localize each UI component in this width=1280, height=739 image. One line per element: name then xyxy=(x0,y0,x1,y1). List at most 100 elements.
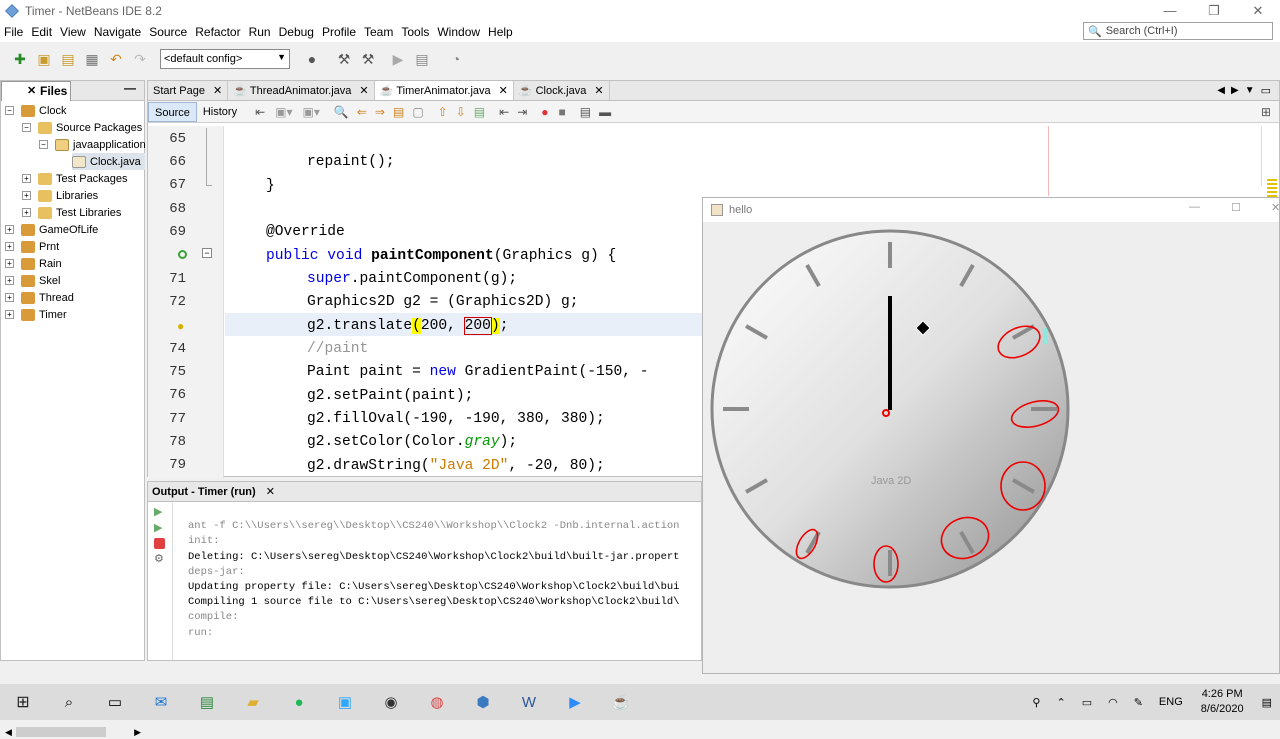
tree-item-libraries[interactable]: Libraries xyxy=(38,187,98,204)
new-project-icon[interactable]: ▣ xyxy=(34,49,54,69)
tree-item-skel[interactable]: Skel xyxy=(21,272,60,289)
virtualbox-icon[interactable]: ⬢ xyxy=(460,684,506,720)
projects-close-icon[interactable]: ✕ xyxy=(27,84,36,97)
new-file-icon[interactable]: ✚ xyxy=(10,49,30,69)
debug-icon[interactable]: ▤ xyxy=(412,49,432,69)
netbeans-task-icon[interactable]: ☕ xyxy=(598,684,644,720)
code-line: Paint paint = new GradientPaint(-150, - xyxy=(307,364,649,380)
config-select[interactable]: <default config> ▼ xyxy=(160,49,290,69)
code-line: @Override xyxy=(266,224,345,240)
scroll-right-icon[interactable]: ▶ xyxy=(134,727,141,738)
output-close-icon[interactable]: ✕ xyxy=(266,485,275,498)
scroll-left-icon[interactable]: ◀ xyxy=(5,727,12,738)
hello-title: hello xyxy=(729,204,753,216)
tree-item-thread[interactable]: Thread xyxy=(21,289,74,306)
word-icon[interactable]: W xyxy=(506,684,552,720)
chrome-icon[interactable]: ◍ xyxy=(414,684,460,720)
wifi-icon[interactable]: ◠ xyxy=(1108,696,1118,709)
menu-source[interactable]: Source xyxy=(149,25,187,39)
tree-item-rain[interactable]: Rain xyxy=(21,255,62,272)
rerun-options-icon[interactable]: ▶ xyxy=(154,522,166,534)
menu-help[interactable]: Help xyxy=(488,25,513,39)
editor-vscrollbar[interactable] xyxy=(1261,126,1271,186)
notifications-icon[interactable]: ▤ xyxy=(1262,696,1272,709)
files-hscrollbar[interactable]: ◀ ▶ xyxy=(5,725,141,739)
menu-navigate[interactable]: Navigate xyxy=(94,25,141,39)
open-project-icon[interactable]: ▤ xyxy=(58,49,78,69)
output-header: Output - Timer (run) ✕ xyxy=(148,482,701,502)
menu-run[interactable]: Run xyxy=(249,25,271,39)
hello-minimize-icon[interactable]: — xyxy=(1189,201,1200,213)
save-all-icon[interactable]: ▦ xyxy=(82,49,102,69)
tray-chevron-icon[interactable]: ⌃ xyxy=(1056,696,1065,709)
code-line: //paint xyxy=(307,341,369,357)
people-icon[interactable]: ⚲ xyxy=(1032,696,1040,709)
spotify-icon[interactable]: ● xyxy=(276,684,322,720)
expand-icon[interactable]: + xyxy=(22,191,31,200)
tree-item-package[interactable]: javaapplication xyxy=(55,136,146,153)
minimize-panel-icon[interactable]: — xyxy=(124,81,136,95)
expand-icon[interactable]: + xyxy=(22,208,31,217)
tree-item-source-packages[interactable]: Source Packages xyxy=(38,119,142,136)
windows-start-icon[interactable]: ⊞ xyxy=(0,684,46,720)
zoom-icon[interactable]: ▶ xyxy=(552,684,598,720)
menu-profile[interactable]: Profile xyxy=(322,25,356,39)
tree-item-gameoflife[interactable]: GameOfLife xyxy=(21,221,98,238)
excel-notes-icon[interactable]: ▤ xyxy=(184,684,230,720)
expand-icon[interactable]: + xyxy=(22,174,31,183)
menu-window[interactable]: Window xyxy=(437,25,480,39)
profile-icon[interactable]: ◔ xyxy=(446,49,466,69)
collapse-icon[interactable]: − xyxy=(22,123,31,132)
menu-team[interactable]: Team xyxy=(364,25,393,39)
output-actions: ▶ ▶ ⚙ xyxy=(148,502,173,660)
tree-item-test-libraries[interactable]: Test Libraries xyxy=(38,204,121,221)
menu-debug[interactable]: Debug xyxy=(279,25,314,39)
undo-icon[interactable]: ↶ xyxy=(106,49,126,69)
task-view-icon[interactable]: ▭ xyxy=(92,684,138,720)
stop-icon[interactable] xyxy=(154,538,165,549)
menu-refactor[interactable]: Refactor xyxy=(195,25,240,39)
expand-icon[interactable]: + xyxy=(5,225,14,234)
rerun-icon[interactable]: ▶ xyxy=(154,506,166,518)
menu-tools[interactable]: Tools xyxy=(401,25,429,39)
tree-item-timer[interactable]: Timer xyxy=(21,306,67,323)
expand-icon[interactable]: + xyxy=(5,259,14,268)
mail-icon[interactable]: ✉ xyxy=(138,684,184,720)
minimize-icon[interactable]: — xyxy=(1148,0,1192,22)
redo-icon[interactable]: ↷ xyxy=(130,49,150,69)
search-taskbar-icon[interactable]: ⌕ xyxy=(46,684,92,720)
language-indicator[interactable]: ENG xyxy=(1159,696,1183,708)
tree-item-prnt[interactable]: Prnt xyxy=(21,238,59,255)
output-title[interactable]: Output - Timer (run) xyxy=(152,486,256,498)
media-player-icon[interactable]: ◉ xyxy=(368,684,414,720)
restore-icon[interactable]: ❐ xyxy=(1192,0,1236,22)
search-input[interactable]: 🔍 Search (Ctrl+I) xyxy=(1083,22,1273,40)
file-explorer-icon[interactable]: ▰ xyxy=(230,684,276,720)
expand-icon[interactable]: + xyxy=(5,310,14,319)
network-icon[interactable]: ▭ xyxy=(1082,696,1092,709)
pen-icon[interactable]: ✎ xyxy=(1134,696,1143,709)
collapse-icon[interactable]: − xyxy=(39,140,48,149)
hello-maximize-icon[interactable]: ☐ xyxy=(1231,201,1241,214)
menu-edit[interactable]: Edit xyxy=(31,25,52,39)
build-hammer-icon[interactable]: ⚒ xyxy=(334,49,354,69)
run-icon[interactable]: ▶ xyxy=(388,49,408,69)
tree-item-test-packages[interactable]: Test Packages xyxy=(38,170,128,187)
menu-view[interactable]: View xyxy=(60,25,86,39)
expand-icon[interactable]: + xyxy=(5,293,14,302)
photoshop-icon[interactable]: ▣ xyxy=(322,684,368,720)
tree-item-clock[interactable]: Clock xyxy=(21,102,67,119)
taskbar-clock[interactable]: 4:26 PM 8/6/2020 xyxy=(1201,687,1244,717)
expand-icon[interactable]: + xyxy=(5,276,14,285)
globe-icon[interactable]: ● xyxy=(302,49,322,69)
collapse-icon[interactable]: − xyxy=(5,106,14,115)
expand-icon[interactable]: + xyxy=(5,242,14,251)
tree-item-clock-java[interactable]: Clock.java xyxy=(72,153,145,170)
settings-icon[interactable]: ⚙ xyxy=(154,553,166,565)
scroll-thumb[interactable] xyxy=(15,727,106,737)
close-icon[interactable]: ✕ xyxy=(1236,0,1280,22)
system-tray: ⚲ ⌃ ▭ ◠ ✎ ENG 4:26 PM 8/6/2020 ▤ xyxy=(1024,684,1280,720)
clean-build-icon[interactable]: ⚒ xyxy=(358,49,378,69)
hello-close-icon[interactable]: ✕ xyxy=(1271,201,1280,214)
menu-file[interactable]: File xyxy=(4,25,23,39)
